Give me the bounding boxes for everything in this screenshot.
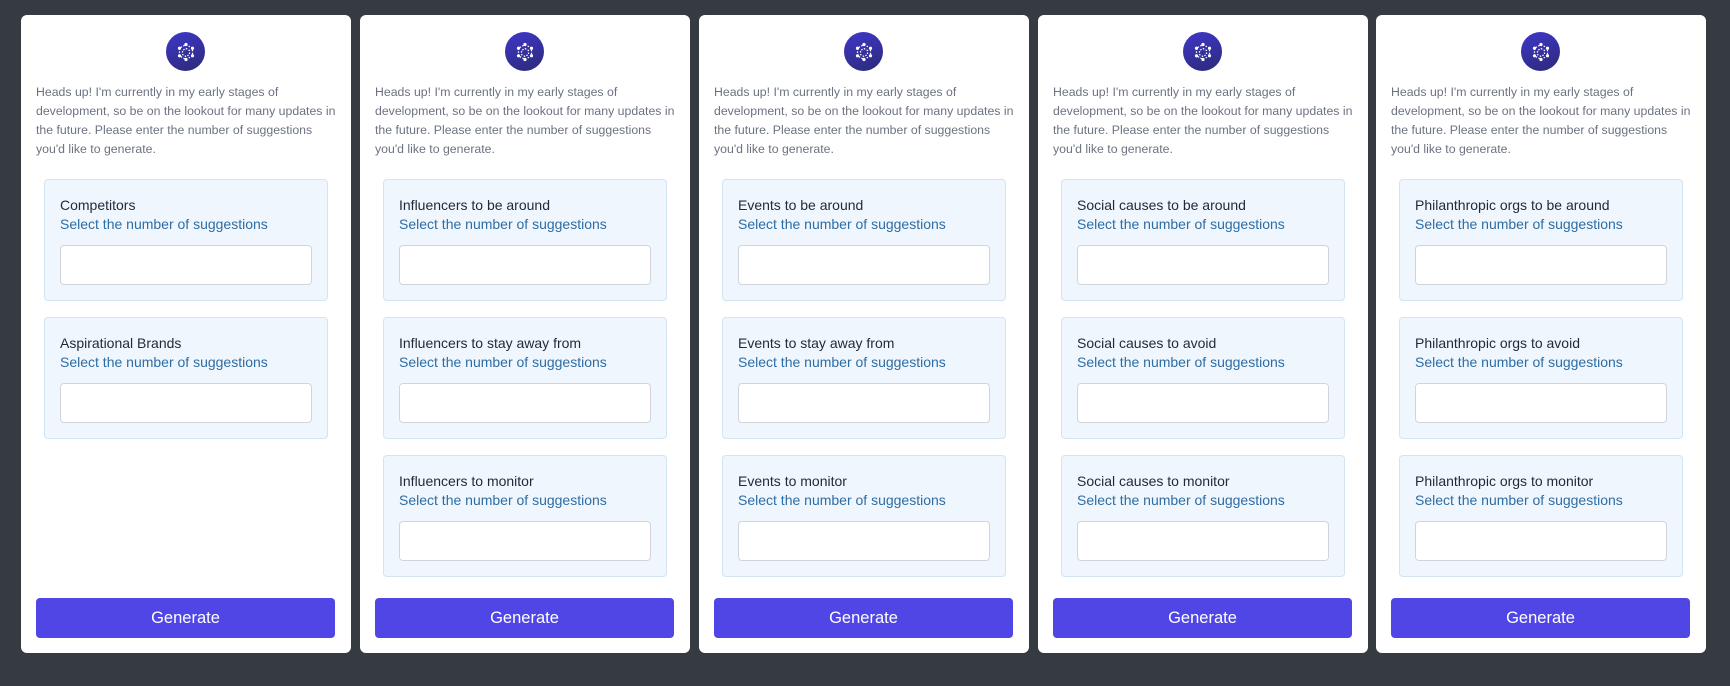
early-stage-notice: Heads up! I'm currently in my early stag… (36, 85, 336, 156)
section-title: Events to stay away from (738, 335, 895, 351)
section-social-causes-be-around: Social causes to be around Select the nu… (1061, 179, 1345, 301)
network-hexagon-icon-glyph (516, 42, 533, 61)
network-hexagon-icon (1521, 32, 1560, 71)
section-influencers-monitor: Influencers to monitor Select the number… (383, 455, 667, 577)
influencers-stay-away-count-input[interactable] (399, 383, 651, 423)
section-events-monitor: Events to monitor Select the number of s… (722, 455, 1006, 577)
network-hexagon-icon (166, 32, 205, 71)
section-title: Aspirational Brands (60, 335, 182, 351)
early-stage-notice: Heads up! I'm currently in my early stag… (1391, 85, 1691, 156)
section-title: Events to be around (738, 197, 864, 213)
social-causes-be-around-count-input[interactable] (1077, 245, 1329, 285)
section-subtitle: Select the number of suggestions (738, 492, 946, 508)
section-subtitle: Select the number of suggestions (399, 492, 607, 508)
section-influencers-be-around: Influencers to be around Select the numb… (383, 179, 667, 301)
section-title: Influencers to be around (399, 197, 550, 213)
events-be-around-count-input[interactable] (738, 245, 990, 285)
section-title: Social causes to monitor (1077, 473, 1230, 489)
influencers-be-around-count-input[interactable] (399, 245, 651, 285)
network-hexagon-icon-glyph (855, 42, 872, 61)
social-causes-avoid-count-input[interactable] (1077, 383, 1329, 423)
section-events-be-around: Events to be around Select the number of… (722, 179, 1006, 301)
philanthropic-be-around-count-input[interactable] (1415, 245, 1667, 285)
app-canvas: Heads up! I'm currently in my early stag… (0, 0, 1730, 686)
generate-button[interactable]: Generate (714, 598, 1013, 638)
competitors-count-input[interactable] (60, 245, 312, 285)
network-hexagon-icon (844, 32, 883, 71)
section-title: Philanthropic orgs to be around (1415, 197, 1610, 213)
section-title: Social causes to avoid (1077, 335, 1217, 351)
section-influencers-stay-away: Influencers to stay away from Select the… (383, 317, 667, 439)
section-title: Influencers to monitor (399, 473, 534, 489)
network-hexagon-icon (1183, 32, 1222, 71)
philanthropic-avoid-count-input[interactable] (1415, 383, 1667, 423)
generate-button[interactable]: Generate (375, 598, 674, 638)
suggestion-card-social-causes: Heads up! I'm currently in my early stag… (1038, 15, 1368, 653)
section-aspirational-brands: Aspirational Brands Select the number of… (44, 317, 328, 439)
early-stage-notice: Heads up! I'm currently in my early stag… (375, 85, 675, 156)
network-hexagon-icon (505, 32, 544, 71)
section-philanthropic-be-around: Philanthropic orgs to be around Select t… (1399, 179, 1683, 301)
section-subtitle: Select the number of suggestions (1077, 492, 1285, 508)
section-title: Social causes to be around (1077, 197, 1246, 213)
network-hexagon-icon-glyph (1194, 42, 1211, 61)
generate-button[interactable]: Generate (1391, 598, 1690, 638)
section-title: Philanthropic orgs to monitor (1415, 473, 1594, 489)
section-subtitle: Select the number of suggestions (738, 354, 946, 370)
aspirational-brands-count-input[interactable] (60, 383, 312, 423)
generate-button[interactable]: Generate (1053, 598, 1352, 638)
section-title: Events to monitor (738, 473, 847, 489)
section-subtitle: Select the number of suggestions (1077, 216, 1285, 232)
section-title: Competitors (60, 197, 136, 213)
suggestion-card-philanthropic-orgs: Heads up! I'm currently in my early stag… (1376, 15, 1706, 653)
generate-button[interactable]: Generate (36, 598, 335, 638)
early-stage-notice: Heads up! I'm currently in my early stag… (1053, 85, 1353, 156)
section-title: Philanthropic orgs to avoid (1415, 335, 1580, 351)
section-social-causes-monitor: Social causes to monitor Select the numb… (1061, 455, 1345, 577)
influencers-monitor-count-input[interactable] (399, 521, 651, 561)
section-subtitle: Select the number of suggestions (399, 216, 607, 232)
suggestion-card-competitors: Heads up! I'm currently in my early stag… (21, 15, 351, 653)
early-stage-notice: Heads up! I'm currently in my early stag… (714, 85, 1014, 156)
section-philanthropic-monitor: Philanthropic orgs to monitor Select the… (1399, 455, 1683, 577)
social-causes-monitor-count-input[interactable] (1077, 521, 1329, 561)
suggestion-card-events: Heads up! I'm currently in my early stag… (699, 15, 1029, 653)
events-stay-away-count-input[interactable] (738, 383, 990, 423)
section-events-stay-away: Events to stay away from Select the numb… (722, 317, 1006, 439)
section-subtitle: Select the number of suggestions (399, 354, 607, 370)
section-competitors: Competitors Select the number of suggest… (44, 179, 328, 301)
philanthropic-monitor-count-input[interactable] (1415, 521, 1667, 561)
section-subtitle: Select the number of suggestions (1415, 354, 1623, 370)
section-title: Influencers to stay away from (399, 335, 582, 351)
section-subtitle: Select the number of suggestions (1415, 492, 1623, 508)
section-subtitle: Select the number of suggestions (60, 354, 268, 370)
suggestion-card-influencers: Heads up! I'm currently in my early stag… (360, 15, 690, 653)
section-subtitle: Select the number of suggestions (60, 216, 268, 232)
events-monitor-count-input[interactable] (738, 521, 990, 561)
section-subtitle: Select the number of suggestions (1415, 216, 1623, 232)
section-social-causes-avoid: Social causes to avoid Select the number… (1061, 317, 1345, 439)
network-hexagon-icon-glyph (1532, 42, 1549, 61)
section-subtitle: Select the number of suggestions (738, 216, 946, 232)
section-subtitle: Select the number of suggestions (1077, 354, 1285, 370)
network-hexagon-icon-glyph (177, 42, 194, 61)
section-philanthropic-avoid: Philanthropic orgs to avoid Select the n… (1399, 317, 1683, 439)
